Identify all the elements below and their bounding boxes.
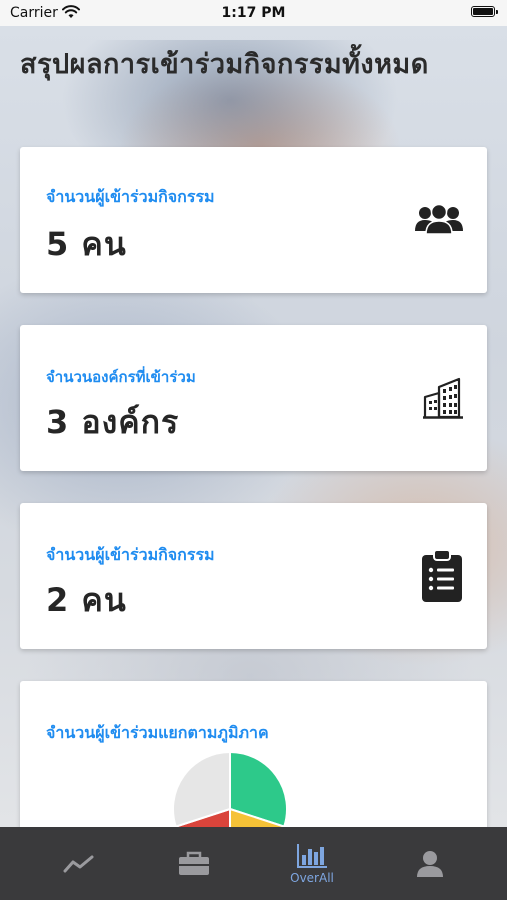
clipboard-list-icon	[422, 549, 462, 602]
card-label: จำนวนองค์กรที่เข้าร่วม	[46, 368, 196, 386]
people-group-icon	[415, 203, 463, 235]
line-chart-icon	[63, 855, 94, 872]
tab-work[interactable]	[131, 827, 257, 900]
page-title: สรุปผลการเข้าร่วมกิจกรรมทั้งหมด	[20, 49, 429, 80]
tab-label: OverAll	[290, 870, 334, 885]
tab-bar: OverAll	[0, 827, 507, 900]
building-icon	[423, 377, 463, 419]
participants-card-2[interactable]: จำนวนผู้เข้าร่วมกิจกรรม 2 คน	[20, 503, 487, 649]
tab-overall[interactable]: OverAll	[249, 827, 375, 900]
user-icon	[417, 850, 443, 877]
card-label: จำนวนผู้เข้าร่วมกิจกรรม	[46, 187, 215, 206]
card-label: จำนวนผู้เข้าร่วมแยกตามภูมิภาค	[46, 723, 269, 742]
card-value: 2 คน	[46, 581, 127, 619]
status-bar: Carrier 1:17 PM	[0, 0, 507, 26]
tab-profile[interactable]	[367, 827, 493, 900]
card-label: จำนวนผู้เข้าร่วมกิจกรรม	[46, 545, 215, 564]
tab-statistics[interactable]	[16, 827, 142, 900]
participants-card[interactable]: จำนวนผู้เข้าร่วมกิจกรรม 5 คน	[20, 147, 487, 293]
card-value: 3 องค์กร	[46, 403, 180, 441]
organizations-card[interactable]: จำนวนองค์กรที่เข้าร่วม 3 องค์กร	[20, 325, 487, 471]
battery-icon	[471, 6, 498, 17]
briefcase-icon	[179, 851, 209, 875]
clock-time: 1:17 PM	[221, 5, 286, 21]
card-value: 5 คน	[46, 225, 127, 263]
bar-chart-icon	[297, 843, 327, 868]
